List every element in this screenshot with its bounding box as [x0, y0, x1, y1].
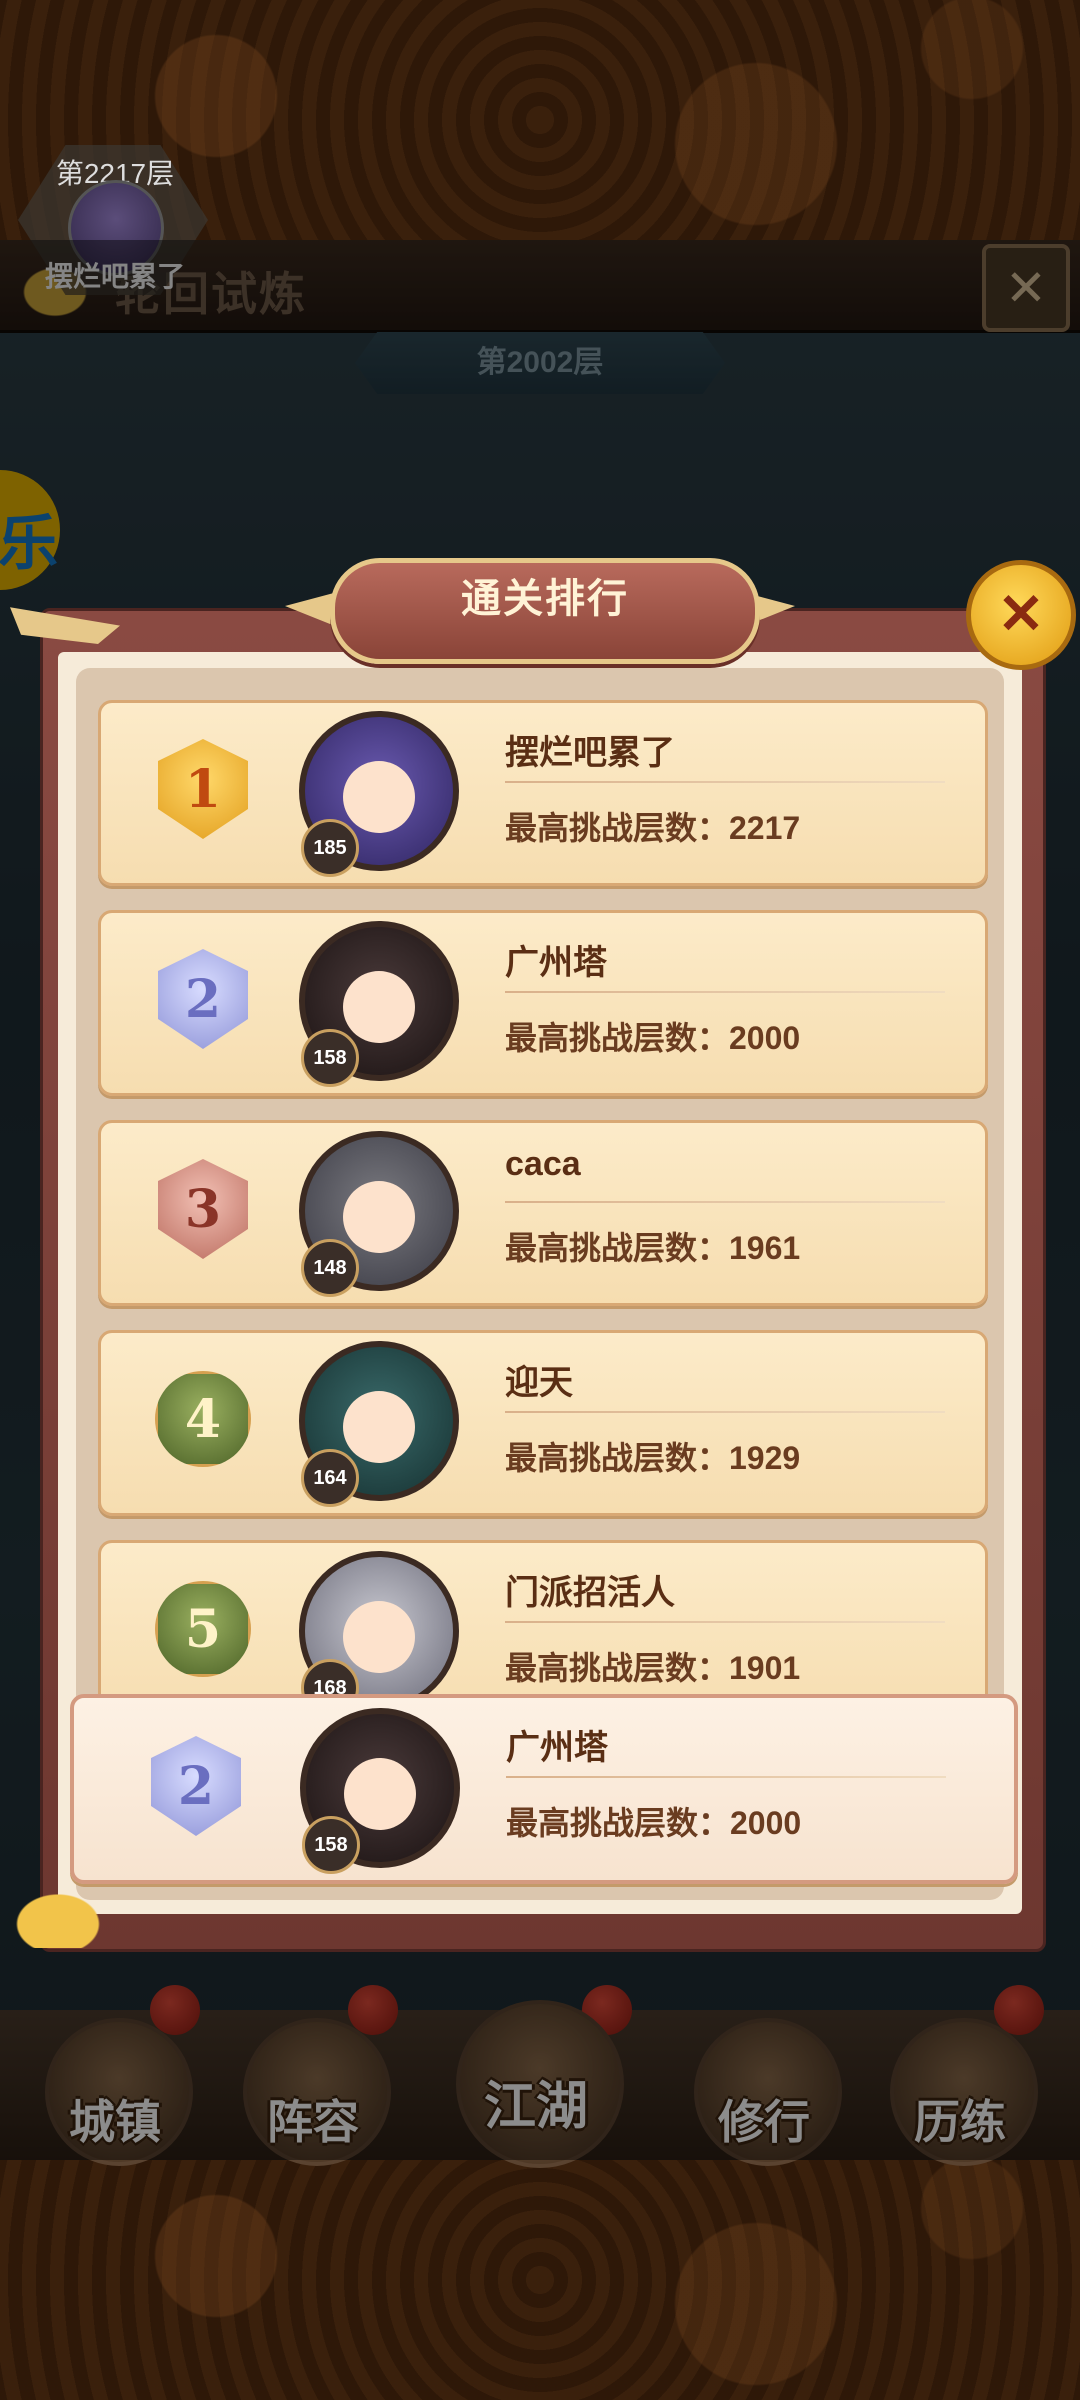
player-name: caca: [505, 1145, 581, 1183]
row-divider: [505, 1411, 945, 1413]
highest-floor: 最高挑战层数：2217: [505, 810, 801, 846]
player-name: 广州塔: [506, 1729, 608, 1767]
highest-floor: 最高挑战层数：1929: [505, 1440, 801, 1476]
rank-number: 2: [184, 969, 222, 1030]
ranking-row[interactable]: 1 185 摆烂吧累了 最高挑战层数：2217: [98, 700, 988, 886]
level-badge: 164: [301, 1449, 359, 1507]
bottom-decorative-background: [0, 2160, 1080, 2400]
rank-number: 2: [177, 1756, 215, 1817]
highest-floor: 最高挑战层数：2000: [505, 1020, 801, 1056]
cloud-ornament-icon: [8, 1888, 108, 1948]
ranking-row[interactable]: 3 148 caca 最高挑战层数：1961: [98, 1120, 988, 1306]
highest-floor: 最高挑战层数：1901: [505, 1650, 801, 1686]
highest-floor: 最高挑战层数：2000: [506, 1805, 802, 1841]
row-divider: [505, 781, 945, 783]
rank-medal-icon: 3: [143, 1149, 263, 1269]
player-name: 迎天: [505, 1364, 573, 1402]
modal-title: 通关排行: [461, 577, 629, 621]
row-divider: [506, 1776, 946, 1778]
rank-number: 4: [184, 1389, 222, 1450]
rank-number: 3: [184, 1179, 222, 1240]
level-badge: 158: [302, 1816, 360, 1874]
rank-medal-icon: 4: [143, 1359, 263, 1479]
rank-medal-icon: 1: [143, 729, 263, 849]
rank-medal-icon: 2: [136, 1726, 256, 1846]
ranking-row[interactable]: 4 164 迎天 最高挑战层数：1929: [98, 1330, 988, 1516]
modal-close-button[interactable]: ✕: [966, 560, 1076, 670]
level-badge: 148: [301, 1239, 359, 1297]
ranking-row[interactable]: 2 158 广州塔 最高挑战层数：2000: [98, 910, 988, 1096]
rank-number: 1: [184, 759, 222, 820]
rank-number: 5: [184, 1599, 222, 1660]
level-badge: 185: [301, 819, 359, 877]
highest-floor: 最高挑战层数：1961: [505, 1230, 801, 1266]
rank-medal-icon: 2: [143, 939, 263, 1059]
row-divider: [505, 991, 945, 993]
row-divider: [505, 1201, 945, 1203]
player-name: 门派招活人: [505, 1574, 675, 1612]
my-ranking-row[interactable]: 2 158 广州塔 最高挑战层数：2000: [70, 1694, 1018, 1884]
player-name: 摆烂吧累了: [505, 734, 675, 772]
rank-medal-icon: 5: [143, 1569, 263, 1689]
close-sword-icon: ✕: [997, 582, 1045, 645]
level-badge: 158: [301, 1029, 359, 1087]
row-divider: [505, 1621, 945, 1623]
player-name: 广州塔: [505, 944, 607, 982]
